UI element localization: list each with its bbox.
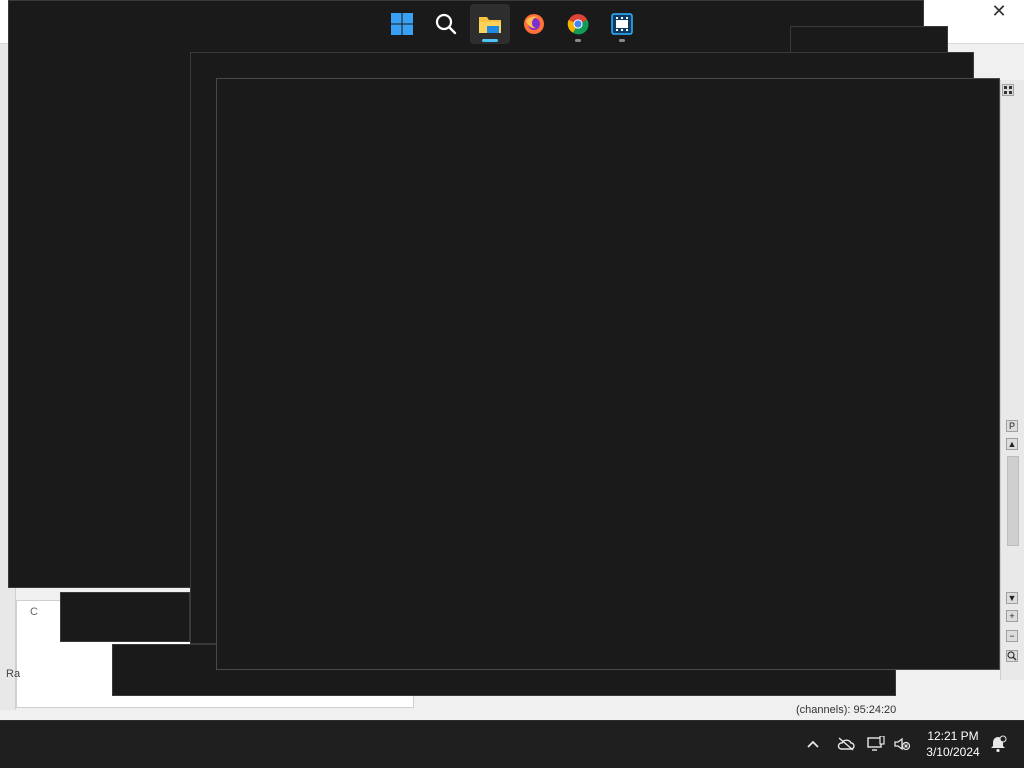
open-indicator	[619, 39, 625, 42]
volume-muted-icon	[894, 737, 911, 751]
search-button[interactable]	[426, 4, 466, 44]
film-icon	[611, 13, 633, 35]
onedrive-button[interactable]	[836, 732, 856, 756]
panel-letter: C	[30, 606, 38, 618]
folder-icon	[479, 17, 501, 33]
windows-logo-icon	[391, 13, 413, 35]
network-button[interactable]	[866, 732, 886, 756]
video-editor-button[interactable]	[602, 4, 642, 44]
scrollbar-thumb[interactable]	[1007, 456, 1019, 546]
zoom-in-button[interactable]: +	[1006, 610, 1018, 622]
status-text: (channels): 95:24:20	[796, 704, 897, 716]
dark-window-3[interactable]	[60, 592, 190, 642]
firefox-icon	[524, 14, 544, 34]
search-icon	[435, 13, 457, 35]
right-tool-panel	[1000, 80, 1024, 680]
firefox-button[interactable]	[514, 4, 554, 44]
scroll-up-button[interactable]: ▲	[1006, 438, 1018, 450]
clock-time: 12:21 PM	[927, 729, 979, 743]
notifications-button[interactable]	[988, 732, 1008, 756]
p-tool-button[interactable]: P	[1006, 420, 1018, 432]
cloud-offline-icon	[837, 737, 855, 751]
clock-date: 3/10/2024	[926, 745, 980, 759]
scroll-down-button[interactable]: ▼	[1006, 592, 1018, 604]
chevron-up-icon	[807, 740, 819, 748]
active-indicator	[482, 39, 498, 42]
close-button[interactable]: ✕	[984, 0, 1014, 22]
open-indicator	[575, 39, 581, 42]
dark-window-front[interactable]	[216, 78, 1000, 670]
start-button[interactable]	[382, 4, 422, 44]
file-explorer-button[interactable]	[470, 4, 510, 44]
show-hidden-icons-button[interactable]	[804, 732, 822, 756]
side-label: Ra	[6, 668, 21, 680]
grid-icon[interactable]	[1002, 84, 1014, 96]
network-icon	[867, 736, 885, 751]
zoom-out-button[interactable]: −	[1006, 630, 1018, 642]
volume-button[interactable]	[892, 732, 912, 756]
magnifier-icon[interactable]	[1006, 650, 1018, 662]
chrome-icon	[567, 14, 589, 35]
clock[interactable]: 12:21 PM 3/10/2024	[920, 728, 986, 760]
chrome-button[interactable]	[558, 4, 598, 44]
bell-icon	[991, 735, 1007, 753]
